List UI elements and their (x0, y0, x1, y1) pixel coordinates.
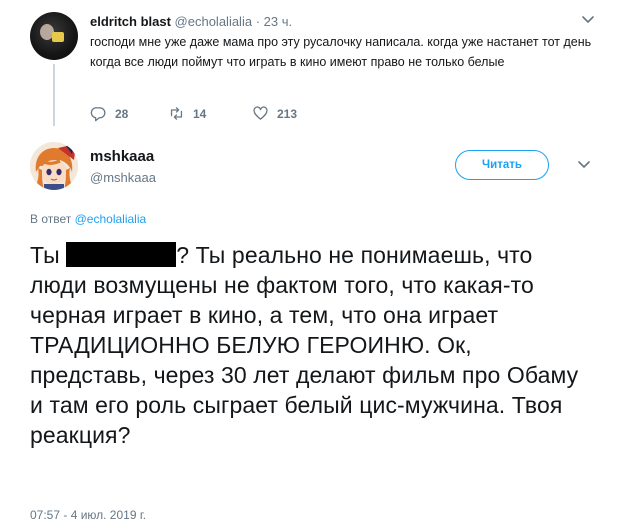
parent-tweet-time[interactable]: 23 ч. (264, 14, 292, 29)
chevron-down-icon[interactable] (576, 158, 592, 172)
thread-connector-line (53, 64, 55, 126)
like-button[interactable]: 213 (252, 105, 297, 122)
tweet-text: Ты ? Ты реально не понимаешь, что люди в… (30, 240, 590, 450)
avatar-object (52, 32, 64, 42)
retweet-button[interactable]: 14 (168, 105, 252, 122)
tweet-timestamp[interactable]: 07:57 - 4 июл. 2019 г. (30, 508, 146, 522)
parent-author-name[interactable]: eldritch blast (90, 14, 171, 29)
redacted-block (66, 242, 177, 267)
retweet-icon (170, 107, 183, 120)
reply-context: В ответ @echolalialia (30, 212, 146, 226)
retweet-count: 14 (193, 106, 207, 121)
reply-to-link[interactable]: @echolalialia (75, 212, 147, 226)
author-avatar[interactable] (30, 142, 78, 190)
parent-tweet-actions: 28 14 213 (90, 105, 297, 122)
reply-count: 28 (115, 106, 129, 121)
parent-avatar[interactable] (30, 12, 78, 60)
chevron-down-icon[interactable] (580, 13, 596, 27)
reply-prefix: В ответ (30, 212, 72, 226)
tweet-text-start: Ты (30, 242, 60, 268)
parent-author-handle[interactable]: @echolalialia (175, 14, 253, 29)
follow-button[interactable]: Читать (455, 150, 549, 180)
parent-tweet-header: eldritch blast @echolalialia · 23 ч. (90, 14, 292, 29)
reply-icon (90, 107, 106, 122)
like-count: 213 (277, 106, 298, 121)
reply-button[interactable]: 28 (90, 105, 168, 122)
author-name[interactable]: mshkaaa (90, 148, 154, 165)
tweet-text-rest: ? Ты реально не понимаешь, что люди возм… (30, 242, 579, 448)
heart-icon (253, 106, 268, 120)
anime-avatar-image (30, 142, 78, 190)
parent-tweet-text: господи мне уже даже мама про эту русало… (90, 35, 592, 69)
separator-dot: · (255, 14, 261, 29)
author-handle[interactable]: @mshkaaa (90, 170, 156, 185)
